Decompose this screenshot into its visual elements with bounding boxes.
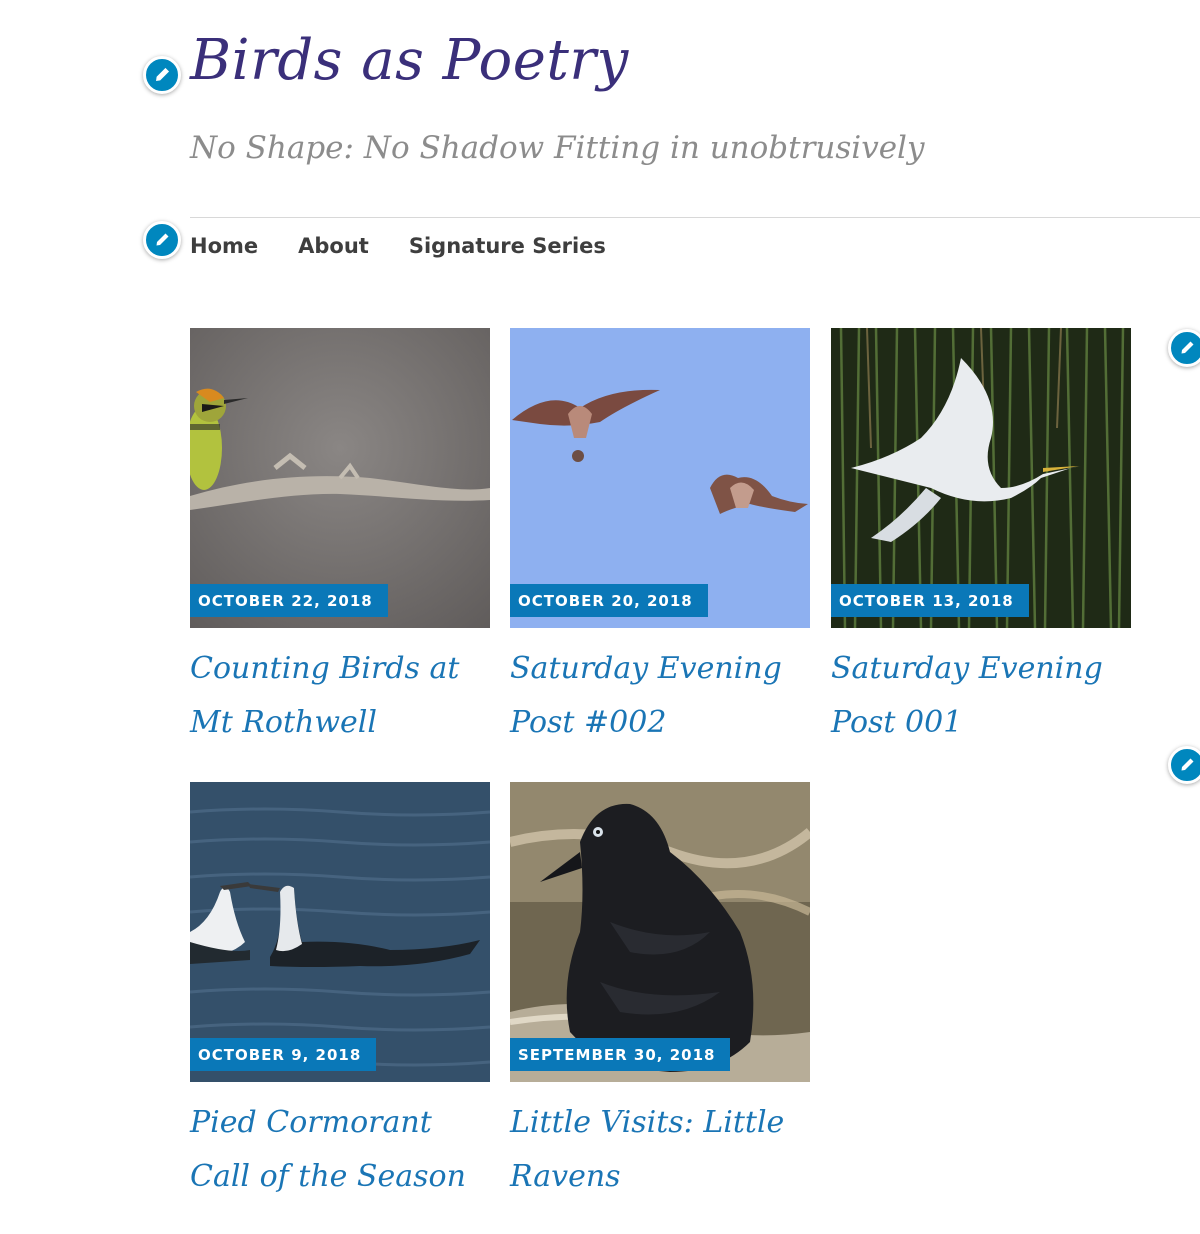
nav-divider	[190, 217, 1200, 218]
post-thumbnail[interactable]: OCTOBER 9, 2018	[190, 782, 490, 1082]
nav-item-signature-series[interactable]: Signature Series	[409, 234, 606, 258]
main-navigation: Home About Signature Series	[190, 234, 646, 258]
post-date-badge[interactable]: OCTOBER 22, 2018	[190, 584, 388, 617]
pencil-icon	[1181, 341, 1194, 354]
post-card: OCTOBER 20, 2018 Saturday Evening Post #…	[510, 328, 810, 750]
pencil-icon	[156, 67, 170, 81]
kites-photo	[510, 328, 810, 628]
post-title[interactable]: Counting Birds at Mt Rothwell	[190, 642, 490, 750]
post-card: SEPTEMBER 30, 2018 Little Visits: Little…	[510, 782, 810, 1204]
edit-widget-button[interactable]	[1168, 746, 1200, 784]
post-date-badge[interactable]: OCTOBER 13, 2018	[831, 584, 1029, 617]
site-tagline: No Shape: No Shadow Fitting in unobtrusi…	[190, 130, 925, 166]
site-title[interactable]: Birds as Poetry	[190, 28, 629, 93]
nav-item-home[interactable]: Home	[190, 234, 258, 258]
post-date-badge[interactable]: OCTOBER 20, 2018	[510, 584, 708, 617]
pencil-icon	[156, 233, 169, 246]
post-thumbnail[interactable]: OCTOBER 20, 2018	[510, 328, 810, 628]
edit-widget-button[interactable]	[1168, 329, 1200, 367]
egret-photo	[831, 328, 1131, 628]
post-card: OCTOBER 9, 2018 Pied Cormorant Call of t…	[190, 782, 490, 1204]
post-thumbnail[interactable]: OCTOBER 13, 2018	[831, 328, 1131, 628]
post-date-badge[interactable]: SEPTEMBER 30, 2018	[510, 1038, 731, 1071]
post-title[interactable]: Little Visits: Little Ravens	[510, 1096, 810, 1204]
cormorants-photo	[190, 782, 490, 1082]
bee-eater-photo	[190, 328, 490, 628]
edit-header-button[interactable]	[143, 56, 181, 94]
post-thumbnail[interactable]: SEPTEMBER 30, 2018	[510, 782, 810, 1082]
nav-item-about[interactable]: About	[298, 234, 369, 258]
post-title[interactable]: Saturday Evening Post #002	[510, 642, 810, 750]
post-title[interactable]: Pied Cormorant Call of the Season	[190, 1096, 490, 1204]
post-date-badge[interactable]: OCTOBER 9, 2018	[190, 1038, 377, 1071]
pencil-icon	[1181, 758, 1194, 771]
post-title[interactable]: Saturday Evening Post 001	[831, 642, 1131, 750]
raven-photo	[510, 782, 810, 1082]
post-card: OCTOBER 22, 2018 Counting Birds at Mt Ro…	[190, 328, 490, 750]
edit-menu-button[interactable]	[143, 221, 181, 259]
post-thumbnail[interactable]: OCTOBER 22, 2018	[190, 328, 490, 628]
post-card: OCTOBER 13, 2018 Saturday Evening Post 0…	[831, 328, 1131, 750]
